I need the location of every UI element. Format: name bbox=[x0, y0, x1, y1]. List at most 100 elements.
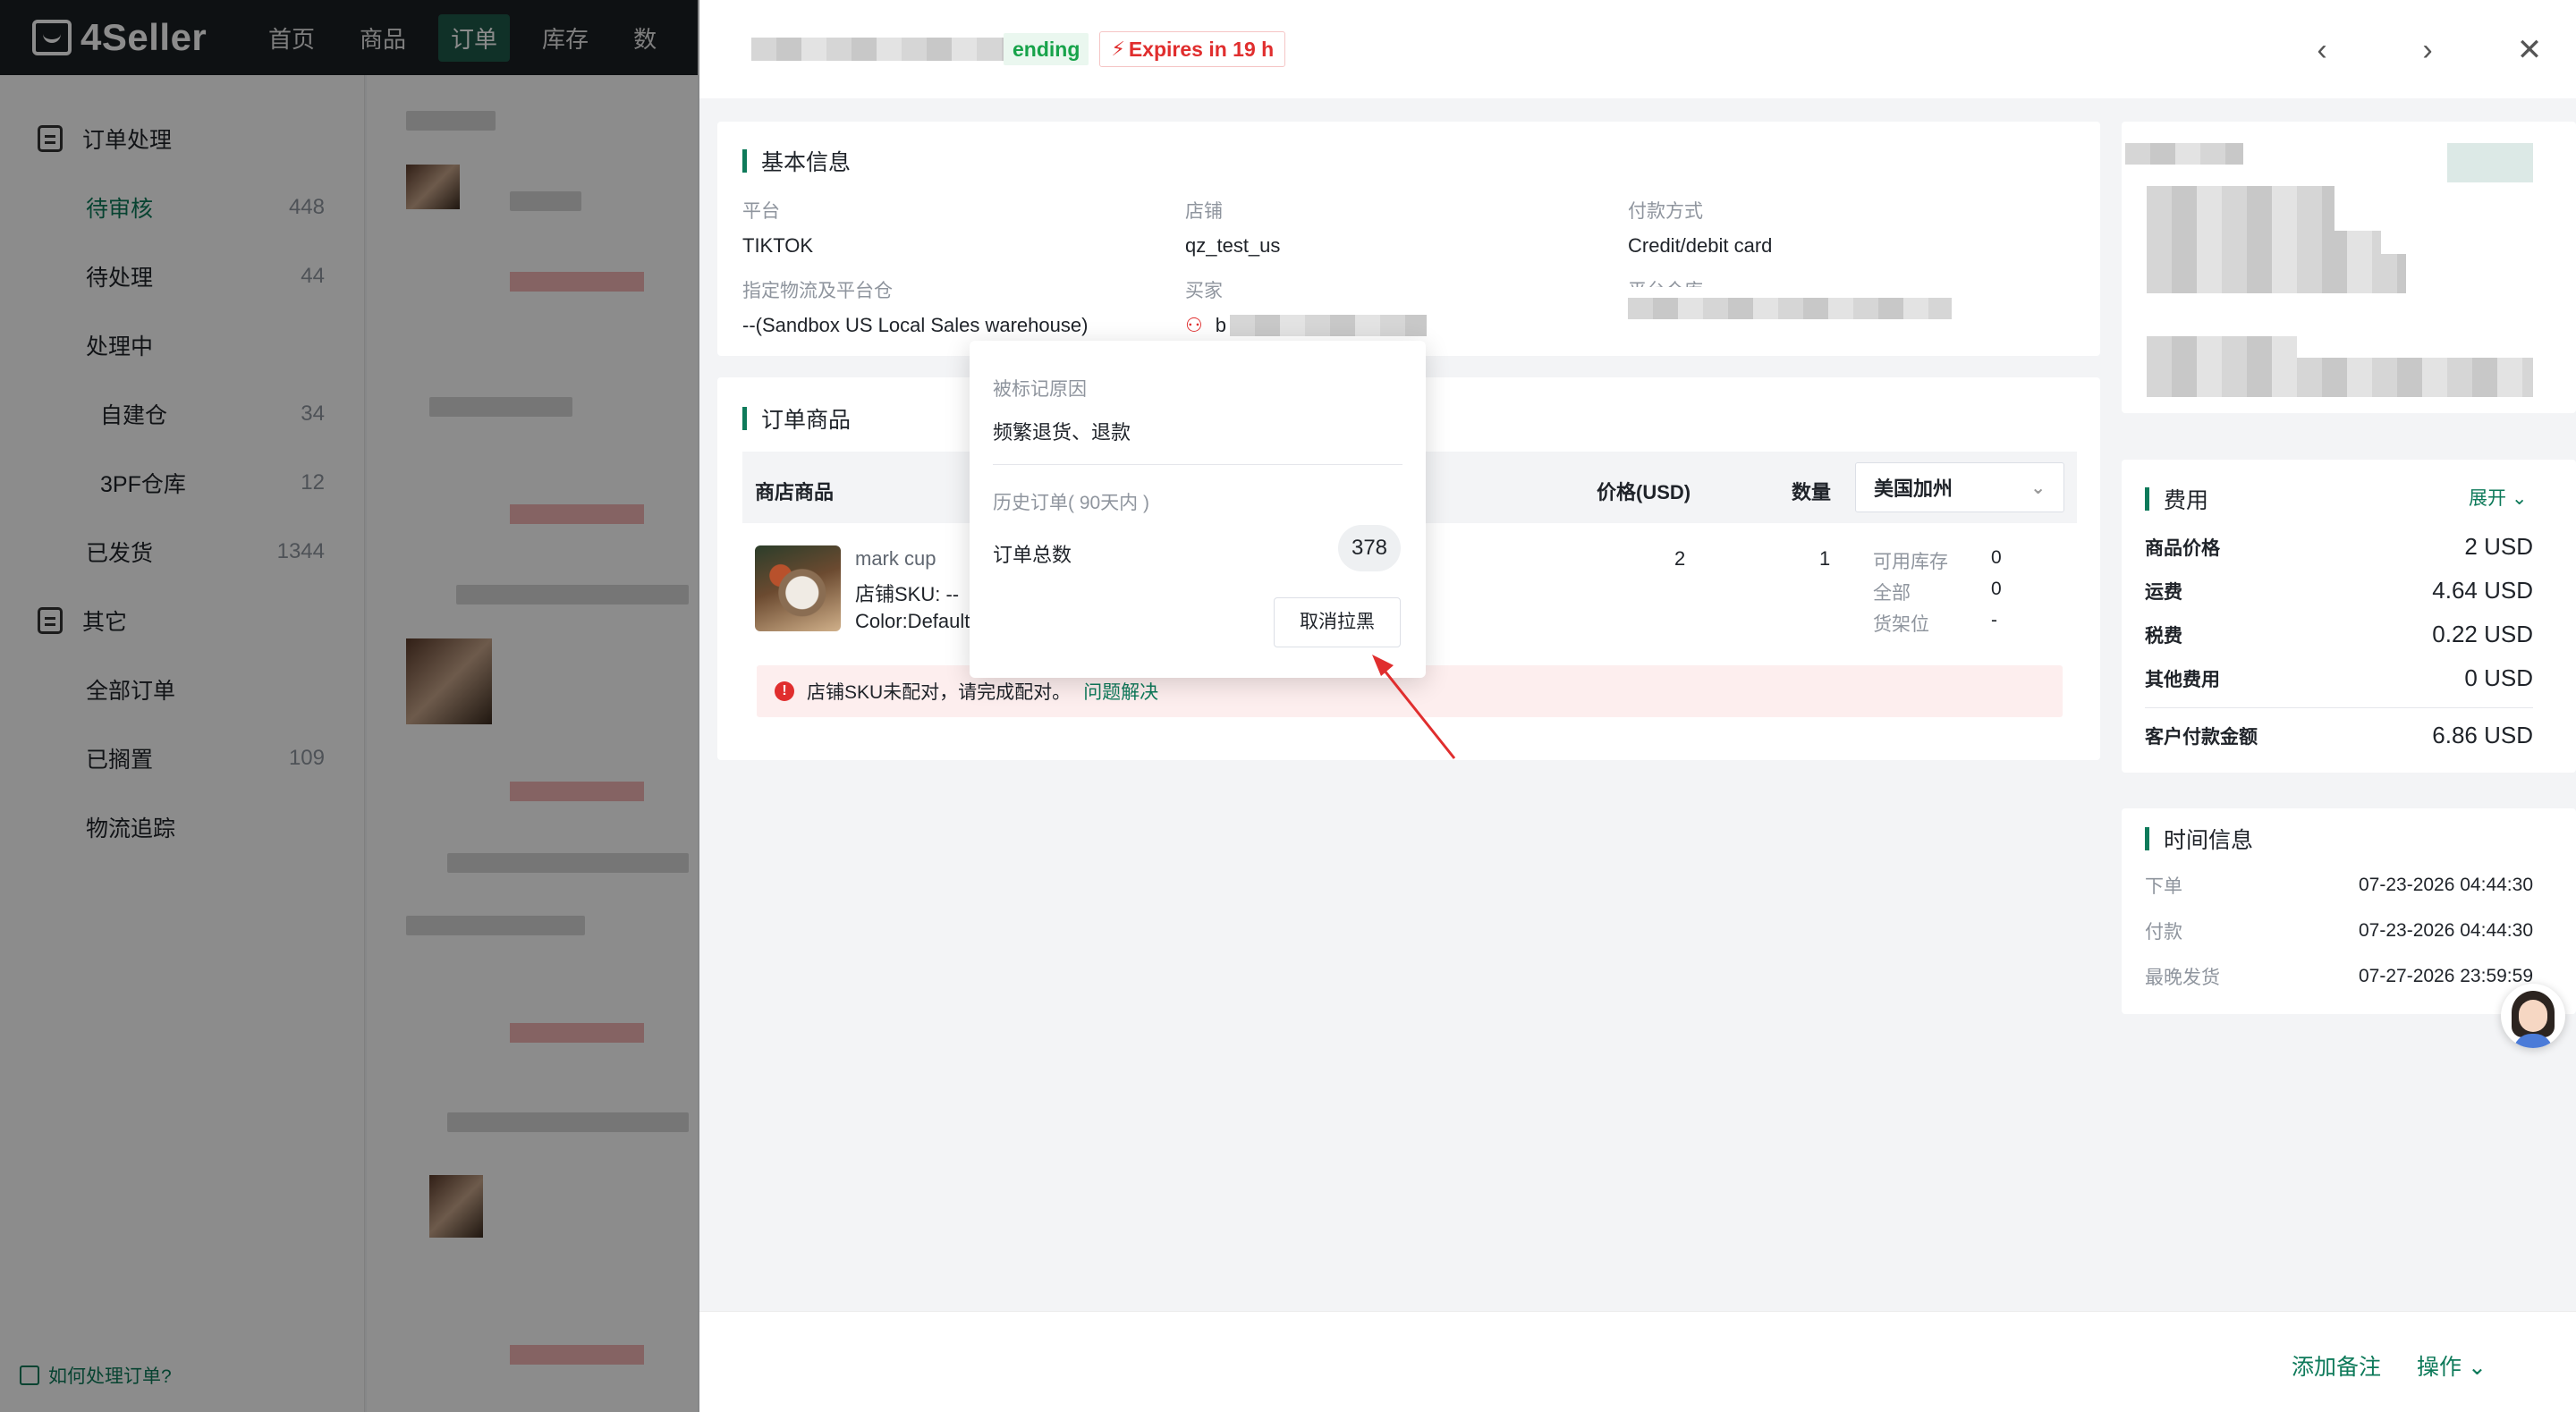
stock-all-value: 0 bbox=[1991, 579, 2002, 599]
chevron-down-icon: ⌄ bbox=[2030, 478, 2046, 498]
warehouse-redacted bbox=[1628, 298, 1952, 319]
field-label: 平台 bbox=[742, 201, 780, 222]
time-value: 07-23-2026 04:44:30 bbox=[2359, 920, 2533, 941]
product-name[interactable]: mark cup bbox=[855, 547, 936, 571]
order-products-title: 订单商品 bbox=[742, 402, 851, 435]
region-select-value: 美国加州 bbox=[1874, 478, 1953, 500]
product-variant: Color:Default bbox=[855, 610, 970, 632]
buyer-initial: b bbox=[1215, 314, 1226, 336]
user-blacklist-icon[interactable]: ⚇ bbox=[1185, 314, 1203, 337]
title-accent-bar bbox=[2145, 827, 2149, 850]
reason-value: 频繁退货、退款 bbox=[993, 421, 1131, 444]
unblock-button[interactable]: 取消拉黑 bbox=[1274, 597, 1401, 647]
title-accent-bar bbox=[2145, 487, 2149, 511]
arrow-head bbox=[1372, 655, 1394, 676]
fee-value: 4.64 USD bbox=[2432, 577, 2533, 604]
arrow-line bbox=[1376, 661, 1456, 759]
redacted-block bbox=[2447, 143, 2533, 182]
product-qty: 1 bbox=[1819, 547, 1831, 570]
expires-text: Expires in 19 h bbox=[1128, 37, 1275, 61]
field-label: 店铺 bbox=[1185, 201, 1223, 222]
field-store: 店铺 qz_test_us bbox=[1185, 197, 1280, 258]
lightning-icon: ⚡ bbox=[1111, 38, 1125, 60]
warning-text: 店铺SKU未配对，请完成配对。 bbox=[807, 682, 1072, 703]
section-title: 基本信息 bbox=[761, 150, 852, 175]
avatar-face bbox=[2519, 1000, 2547, 1032]
field-warehouse: 平台仓库 bbox=[1628, 276, 1952, 325]
time-label: 最晚发货 bbox=[2145, 968, 2220, 988]
section-title: 费用 bbox=[2164, 488, 2209, 513]
field-buyer: 买家 ⚇ b bbox=[1185, 276, 1427, 337]
redacted-block bbox=[2147, 336, 2297, 358]
title-accent-bar bbox=[742, 407, 747, 430]
fee-label: 商品价格 bbox=[2145, 537, 2220, 559]
field-label: 付款方式 bbox=[1628, 201, 1703, 222]
fees-title: 费用 bbox=[2145, 483, 2208, 515]
redacted-block bbox=[2147, 231, 2381, 254]
chevron-down-icon: ⌄ bbox=[2511, 488, 2528, 509]
column-header-price: 价格(USD) bbox=[1597, 481, 1691, 503]
field-value: --(Sandbox US Local Sales warehouse) bbox=[742, 314, 1089, 336]
fee-label: 税费 bbox=[2145, 625, 2182, 647]
chevron-left-icon[interactable]: ‹ bbox=[2304, 32, 2340, 68]
time-row: 最晚发货 07-27-2026 23:59:59 bbox=[2145, 963, 2533, 990]
redacted-block bbox=[2147, 358, 2533, 397]
shelf-value: - bbox=[1991, 610, 1997, 630]
field-payment: 付款方式 Credit/debit card bbox=[1628, 197, 1772, 258]
fee-row: 商品价格 2 USD bbox=[2145, 533, 2533, 561]
time-label: 付款 bbox=[2145, 922, 2182, 943]
total-orders-label: 订单总数 bbox=[993, 544, 1072, 566]
time-info-title: 时间信息 bbox=[2145, 823, 2253, 855]
field-value: ⚇ b bbox=[1185, 314, 1427, 337]
divider bbox=[993, 464, 1402, 465]
actions-dropdown[interactable]: 操作 ⌄ bbox=[2417, 1349, 2487, 1382]
divider bbox=[2145, 707, 2533, 708]
buyer-name-redacted bbox=[1229, 315, 1427, 336]
add-note-button[interactable]: 添加备注 bbox=[2292, 1349, 2381, 1382]
expand-fees-link[interactable]: 展开 ⌄ bbox=[2469, 484, 2527, 511]
stock-available-value: 0 bbox=[1991, 547, 2002, 568]
field-logistics: 指定物流及平台仓 --(Sandbox US Local Sales wareh… bbox=[742, 276, 1088, 337]
stock-all-label: 全部 bbox=[1873, 583, 1911, 604]
title-accent-bar bbox=[742, 149, 747, 173]
total-orders-count: 378 bbox=[1338, 525, 1401, 571]
fee-total-row: 客户付款金额 6.86 USD bbox=[2145, 722, 2533, 749]
field-label: 平台仓库 bbox=[1628, 276, 1952, 287]
section-title: 订单商品 bbox=[761, 408, 852, 433]
fee-value: 2 USD bbox=[2464, 533, 2533, 560]
product-image[interactable] bbox=[755, 545, 841, 631]
fee-row: 税费 0.22 USD bbox=[2145, 621, 2533, 648]
drawer-header: ending ⚡ Expires in 19 h ‹ › ✕ bbox=[699, 0, 2576, 98]
chevron-right-icon[interactable]: › bbox=[2410, 32, 2445, 68]
time-label: 下单 bbox=[2145, 876, 2182, 897]
product-sku: 店铺SKU: -- bbox=[855, 583, 960, 605]
time-row: 付款 07-23-2026 04:44:30 bbox=[2145, 917, 2533, 944]
history-label: 历史订单( 90天内 ) bbox=[993, 493, 1150, 513]
reason-label: 被标记原因 bbox=[993, 379, 1087, 400]
fee-value: 0 USD bbox=[2464, 664, 2533, 691]
resolve-issue-link[interactable]: 问题解决 bbox=[1083, 678, 1158, 705]
shelf-label: 货架位 bbox=[1873, 614, 1929, 635]
support-avatar[interactable] bbox=[2501, 984, 2565, 1048]
redacted-block bbox=[2125, 143, 2243, 165]
close-icon[interactable]: ✕ bbox=[2512, 32, 2547, 68]
time-value: 07-27-2026 23:59:59 bbox=[2359, 966, 2533, 986]
redacted-block bbox=[2147, 186, 2334, 231]
field-value: Credit/debit card bbox=[1628, 234, 1773, 257]
basic-info-title: 基本信息 bbox=[742, 145, 851, 177]
time-value: 07-23-2026 04:44:30 bbox=[2359, 875, 2533, 895]
column-header-qty: 数量 bbox=[1792, 481, 1832, 503]
fee-row: 其他费用 0 USD bbox=[2145, 664, 2533, 692]
product-price: 2 bbox=[1674, 547, 1686, 570]
redacted-block bbox=[2147, 254, 2406, 293]
fee-label: 其他费用 bbox=[2145, 669, 2220, 690]
error-icon: ! bbox=[775, 681, 794, 701]
chevron-down-icon: ⌄ bbox=[2467, 1355, 2487, 1380]
time-row: 下单 07-23-2026 04:44:30 bbox=[2145, 872, 2533, 899]
region-select[interactable]: 美国加州 ⌄ bbox=[1855, 462, 2064, 512]
field-value: TIKTOK bbox=[742, 234, 814, 257]
annotation-arrow bbox=[1372, 655, 1456, 759]
fee-total-value: 6.86 USD bbox=[2432, 722, 2533, 748]
drawer-footer: 添加备注 操作 ⌄ bbox=[699, 1311, 2576, 1412]
column-header-product: 商店商品 bbox=[755, 481, 835, 503]
